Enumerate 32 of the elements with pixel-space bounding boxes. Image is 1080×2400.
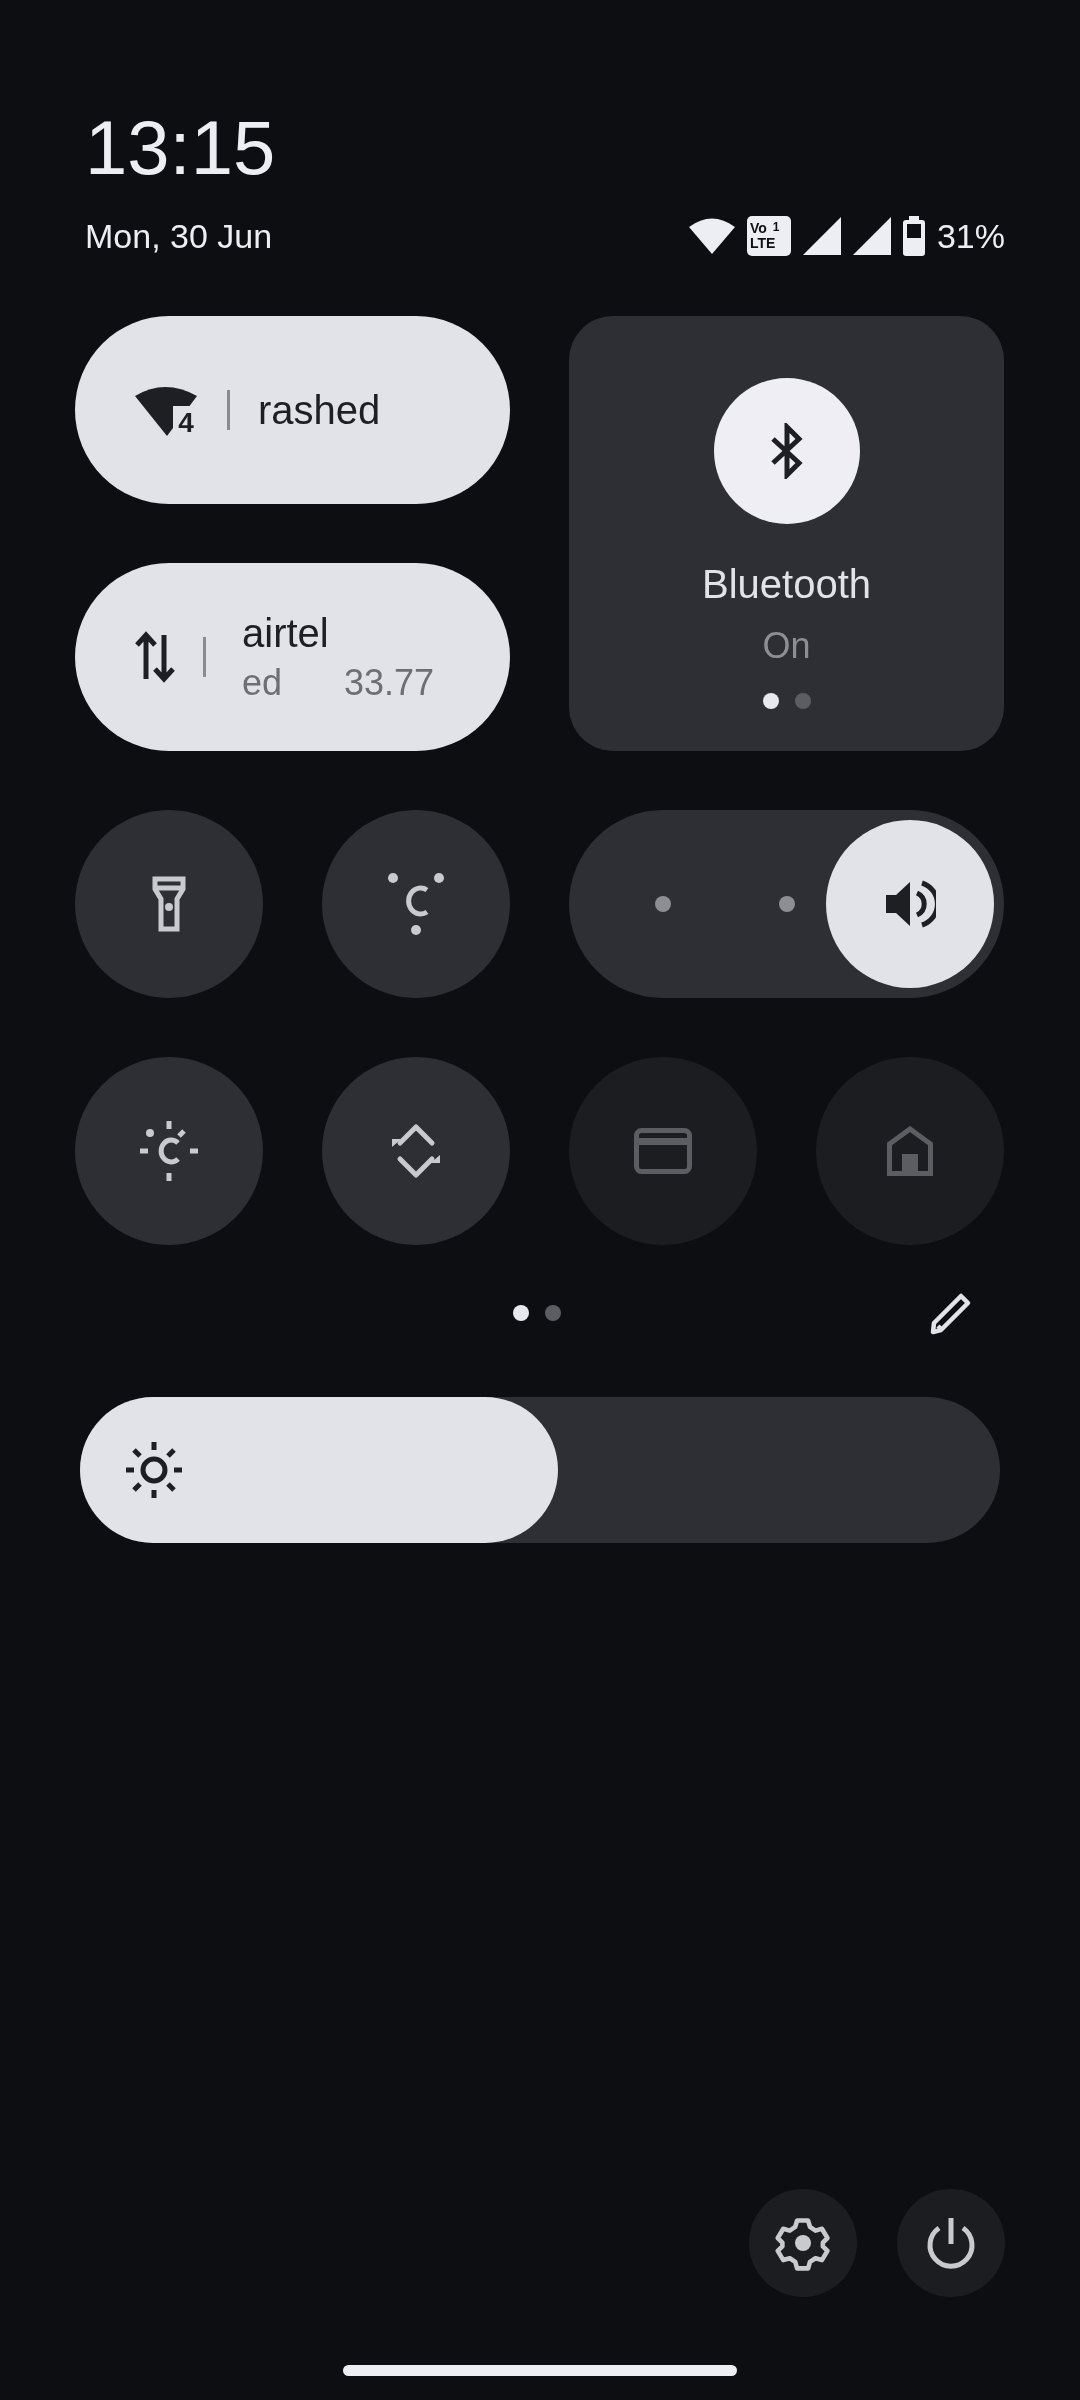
home-icon [887,1126,933,1176]
mobile-data-tile[interactable]: airtel ed 33.77 [75,563,510,751]
flashlight-icon [152,876,186,932]
page-dot[interactable] [513,1305,529,1321]
wifi-icon [688,218,735,254]
power-icon [925,2216,977,2270]
color-correction-icon [387,872,445,936]
night-light-icon [140,1121,198,1181]
signal-icon [852,217,891,255]
wifi-tile[interactable]: 4 rashed [75,316,510,504]
wifi-icon: 4 [135,384,199,436]
slider-tick [655,896,671,912]
carrier-name: airtel [242,610,330,656]
settings-icon [775,2215,831,2271]
data-arrows-icon [135,631,175,683]
clock: 13:15 [85,110,277,186]
bluetooth-status: On [762,625,811,667]
carrier-subtitle: ed [242,661,283,704]
sun-icon [126,1442,182,1498]
speaker-icon [884,879,936,929]
wifi-name: rashed [258,387,381,433]
signal-icon [802,217,841,255]
carrier-subtitle: 33.77 [344,661,435,704]
bluetooth-tile[interactable]: Bluetooth On [569,316,1004,751]
date: Mon, 30 Jun [85,216,273,256]
battery-percent: 31% [936,216,1005,256]
bluetooth-label: Bluetooth [702,562,871,607]
bluetooth-icon [769,423,804,479]
page-dot[interactable] [545,1305,561,1321]
battery-icon [902,216,925,256]
slider-tick [779,896,795,912]
card-icon [634,1128,692,1174]
